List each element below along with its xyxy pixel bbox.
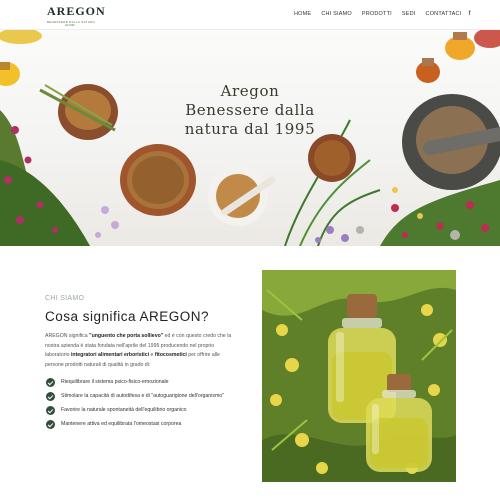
hero-title-line-1: Aregon — [220, 82, 280, 100]
body-highlight: "unguento che porta sollievo" — [89, 333, 164, 339]
check-icon — [46, 420, 55, 429]
list-item-text: Mantenere attiva ed equilibrata l'omeost… — [61, 421, 182, 427]
check-icon — [46, 406, 55, 415]
section-eyebrow: CHI SIAMO — [45, 295, 85, 302]
logo-since: dal 1995 — [65, 24, 75, 27]
list-item-text: Stimolare la capacità di autodifesa e di… — [61, 393, 224, 399]
list-item: Riequilibrare il sistema psico-fisico-em… — [45, 378, 245, 387]
body-highlight: fitocosmetici — [154, 352, 187, 359]
section-body: AREGON significa "unguento che porta sol… — [45, 332, 237, 370]
nav-item-sedi[interactable]: SEDI — [402, 11, 416, 17]
nav-item-contattaci[interactable]: CONTATTACI — [426, 11, 462, 17]
section-title: Cosa significa AREGON? — [45, 309, 210, 324]
site-header: AREGON BENESSERE DALLA NATURA dal 1995 H… — [0, 0, 500, 30]
list-item-text: Favorire la naturale spontaneità dell'eq… — [61, 407, 187, 413]
hero-title-line-3: natura dal 1995 — [184, 120, 316, 138]
check-icon — [46, 392, 55, 401]
about-section: CHI SIAMO Cosa significa AREGON? AREGON … — [0, 246, 500, 500]
check-icon — [46, 378, 55, 387]
oil-bottles-image — [262, 270, 456, 482]
hero-banner: Aregon Benessere dalla natura dal 1995 — [0, 30, 500, 246]
main-nav: HOME CHI SIAMO PRODOTTI SEDI CONTATTACI … — [294, 11, 481, 17]
list-item: Mantenere attiva ed equilibrata l'omeost… — [45, 420, 245, 429]
logo-name: AREGON — [47, 4, 106, 18]
benefits-list: Riequilibrare il sistema psico-fisico-em… — [45, 378, 245, 435]
body-text: AREGON significa — [45, 333, 90, 339]
facebook-icon[interactable]: f — [468, 11, 470, 17]
oil-bottles-illustration — [262, 270, 456, 482]
logo[interactable]: AREGON BENESSERE DALLA NATURA dal 1995 — [47, 4, 106, 27]
list-item-text: Riequilibrare il sistema psico-fisico-em… — [61, 379, 169, 385]
nav-item-prodotti[interactable]: PRODOTTI — [362, 11, 392, 17]
nav-item-home[interactable]: HOME — [294, 11, 311, 17]
list-item: Stimolare la capacità di autodifesa e di… — [45, 392, 245, 401]
hero-title: Aregon Benessere dalla natura dal 1995 — [170, 82, 330, 139]
nav-item-chi-siamo[interactable]: CHI SIAMO — [321, 11, 352, 17]
hero-title-line-2: Benessere dalla — [185, 101, 315, 119]
list-item: Favorire la naturale spontaneità dell'eq… — [45, 406, 245, 415]
body-highlight: integratori alimentari erboristici — [70, 352, 150, 359]
